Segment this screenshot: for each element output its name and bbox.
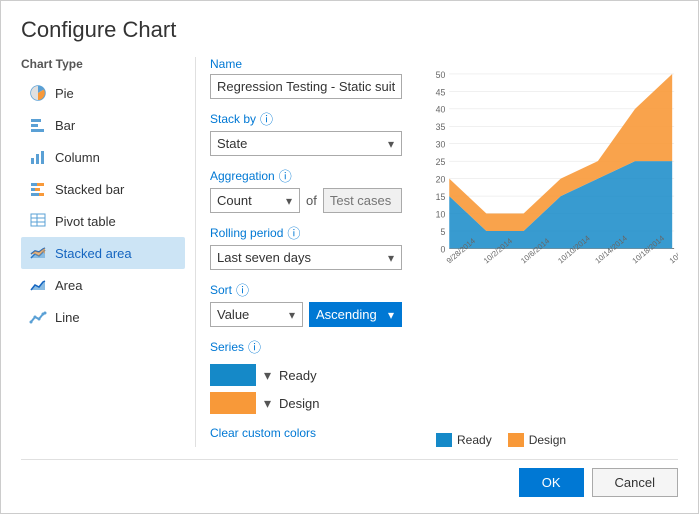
- stacked-area-chart: 50 45 40 35 30 25 20 15 10 5 0: [426, 57, 678, 277]
- chart-type-label: Chart Type: [21, 57, 185, 71]
- dialog-body: Chart Type Pie Bar: [21, 57, 678, 447]
- sort-label: Sort ⓘ: [210, 280, 402, 299]
- rolling-period-select-wrapper: Last seven days Last 30 days Last 60 day…: [210, 245, 402, 270]
- configure-chart-dialog: Configure Chart Chart Type Pie: [0, 0, 699, 514]
- aggregation-select[interactable]: Count Sum Avg: [210, 188, 300, 213]
- chart-preview-panel: 50 45 40 35 30 25 20 15 10 5 0: [416, 57, 678, 447]
- stacked-area-icon: [29, 244, 47, 262]
- aggregation-info-icon[interactable]: ⓘ: [279, 166, 292, 185]
- chart-type-pie[interactable]: Pie: [21, 77, 185, 109]
- name-input[interactable]: [210, 74, 402, 99]
- chart-legend: Ready Design: [426, 433, 566, 447]
- legend-color-ready: [436, 433, 452, 447]
- chart-type-stacked-area[interactable]: Stacked area: [21, 237, 185, 269]
- ready-area: [449, 161, 672, 248]
- name-field-label: Name: [210, 57, 402, 71]
- ok-button[interactable]: OK: [519, 468, 584, 497]
- sort-info-icon[interactable]: ⓘ: [236, 280, 249, 299]
- stack-by-select-wrapper: State: [210, 131, 402, 156]
- svg-text:30: 30: [436, 140, 446, 150]
- aggregation-select-wrapper: Count Sum Avg: [210, 188, 300, 213]
- chart-svg-area: 50 45 40 35 30 25 20 15 10 5 0: [426, 57, 678, 427]
- aggregation-of-label: of: [306, 193, 317, 208]
- cancel-button[interactable]: Cancel: [592, 468, 678, 497]
- chart-type-panel: Chart Type Pie Bar: [21, 57, 196, 447]
- column-icon: [29, 148, 47, 166]
- legend-item-design: Design: [508, 433, 566, 447]
- sort-order-select-wrapper: Ascending Descending: [309, 302, 402, 327]
- series-chevron-design[interactable]: ▾: [264, 395, 271, 412]
- stack-by-info-icon[interactable]: ⓘ: [260, 109, 273, 128]
- bar-label: Bar: [55, 118, 75, 133]
- line-label: Line: [55, 310, 80, 325]
- svg-text:10: 10: [436, 209, 446, 219]
- pivot-table-icon: [29, 212, 47, 230]
- svg-text:15: 15: [436, 192, 446, 202]
- svg-text:5: 5: [441, 227, 446, 237]
- rolling-period-info-icon[interactable]: ⓘ: [287, 223, 300, 242]
- svg-text:50: 50: [436, 70, 446, 80]
- rolling-period-select[interactable]: Last seven days Last 30 days Last 60 day…: [210, 245, 402, 270]
- line-icon: [29, 308, 47, 326]
- aggregation-label: Aggregation ⓘ: [210, 166, 402, 185]
- rolling-period-label: Rolling period ⓘ: [210, 223, 402, 242]
- aggregation-row: Count Sum Avg of: [210, 188, 402, 213]
- stack-by-label: Stack by ⓘ: [210, 109, 402, 128]
- test-cases-input[interactable]: [323, 188, 402, 213]
- pie-label: Pie: [55, 86, 74, 101]
- series-info-icon[interactable]: ⓘ: [248, 337, 261, 356]
- chart-type-area[interactable]: Area: [21, 269, 185, 301]
- series-chevron-ready[interactable]: ▾: [264, 367, 271, 384]
- clear-custom-colors-link[interactable]: Clear custom colors: [210, 426, 316, 440]
- stacked-bar-label: Stacked bar: [55, 182, 124, 197]
- series-label: Series: [210, 340, 244, 354]
- sort-row: Value Label Ascending Descending: [210, 302, 402, 327]
- svg-text:40: 40: [436, 105, 446, 115]
- legend-item-ready: Ready: [436, 433, 492, 447]
- chart-type-line[interactable]: Line: [21, 301, 185, 333]
- series-color-design[interactable]: [210, 392, 256, 414]
- legend-label-design: Design: [529, 433, 566, 447]
- series-color-ready[interactable]: [210, 364, 256, 386]
- svg-text:25: 25: [436, 157, 446, 167]
- column-label: Column: [55, 150, 100, 165]
- chart-type-stacked-bar[interactable]: Stacked bar: [21, 173, 185, 205]
- legend-label-ready: Ready: [457, 433, 492, 447]
- stack-by-select[interactable]: State: [210, 131, 402, 156]
- area-icon: [29, 276, 47, 294]
- chart-type-column[interactable]: Column: [21, 141, 185, 173]
- chart-type-pivot-table[interactable]: Pivot table: [21, 205, 185, 237]
- legend-color-design: [508, 433, 524, 447]
- dialog-footer: OK Cancel: [21, 459, 678, 497]
- svg-text:35: 35: [436, 122, 446, 132]
- bar-icon: [29, 116, 47, 134]
- svg-text:20: 20: [436, 175, 446, 185]
- svg-text:45: 45: [436, 87, 446, 97]
- svg-text:0: 0: [441, 244, 446, 254]
- series-item-ready: ▾ Ready: [210, 364, 402, 386]
- sort-field-select[interactable]: Value Label: [210, 302, 303, 327]
- config-panel: Name Stack by ⓘ State Aggregation ⓘ Coun…: [196, 57, 416, 447]
- chart-type-bar[interactable]: Bar: [21, 109, 185, 141]
- stacked-bar-icon: [29, 180, 47, 198]
- series-name-design: Design: [279, 396, 319, 411]
- stacked-area-label: Stacked area: [55, 246, 132, 261]
- series-label-row: Series ⓘ: [210, 337, 402, 356]
- sort-field-select-wrapper: Value Label: [210, 302, 303, 327]
- dialog-title: Configure Chart: [21, 17, 678, 43]
- pivot-table-label: Pivot table: [55, 214, 116, 229]
- series-item-design: ▾ Design: [210, 392, 402, 414]
- area-label: Area: [55, 278, 82, 293]
- pie-icon: [29, 84, 47, 102]
- sort-order-select[interactable]: Ascending Descending: [309, 302, 402, 327]
- series-name-ready: Ready: [279, 368, 317, 383]
